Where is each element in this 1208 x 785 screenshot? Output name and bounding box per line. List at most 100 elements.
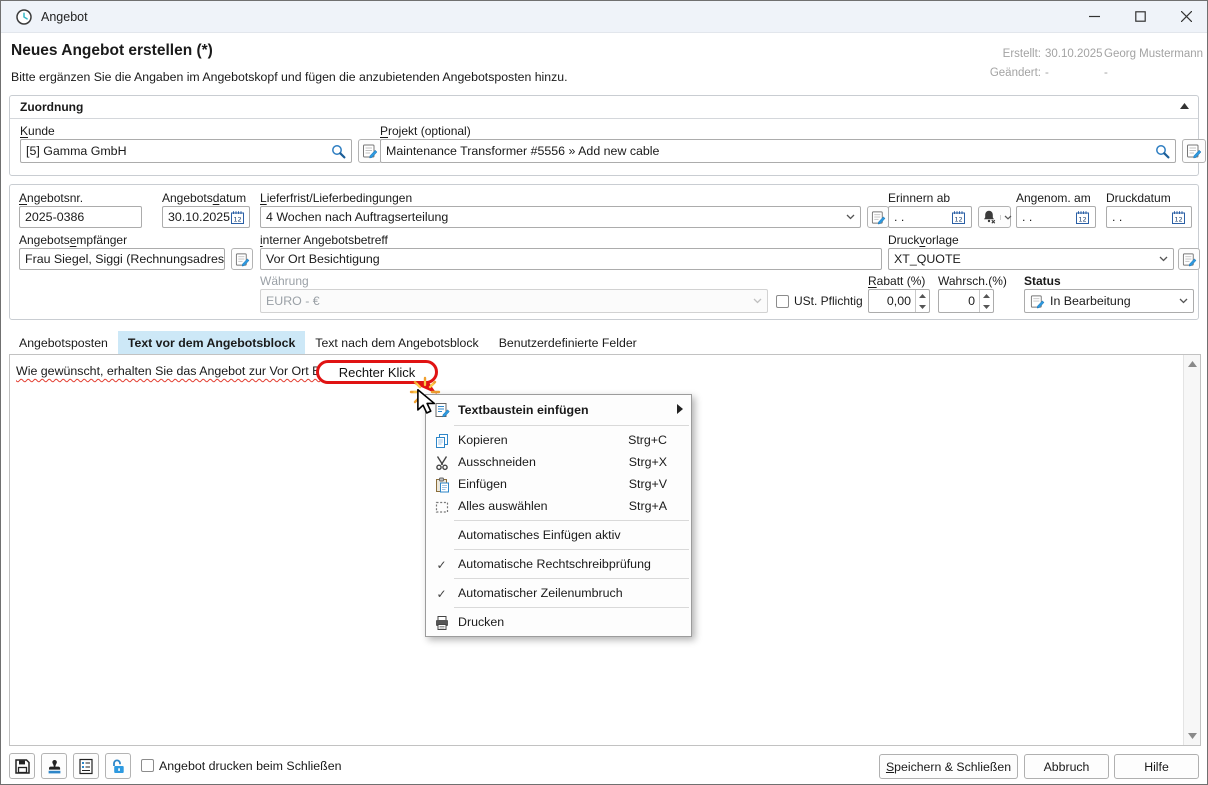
maximize-button[interactable]: [1117, 1, 1163, 32]
menu-item-label: Automatische Rechtschreibprüfung: [458, 557, 651, 571]
kunde-edit-button[interactable]: [358, 139, 382, 163]
tab-2[interactable]: Text nach dem Angebotsblock: [305, 331, 488, 354]
tab-1[interactable]: Text vor dem Angebotsblock: [118, 331, 305, 354]
status-combobox[interactable]: In Bearbeitung: [1024, 289, 1194, 313]
chevron-down-icon[interactable]: [1000, 215, 1012, 220]
vertical-scrollbar[interactable]: [1183, 355, 1200, 745]
menu-item-5[interactable]: Alles auswählenStrg+A: [426, 495, 691, 517]
menu-separator: [454, 549, 689, 550]
menu-item-2[interactable]: KopierenStrg+C: [426, 429, 691, 451]
search-icon[interactable]: [331, 144, 346, 159]
spinner-arrows[interactable]: [915, 290, 929, 312]
druckvorlage-edit-button[interactable]: [1178, 248, 1200, 270]
tab-3[interactable]: Benutzerdefinierte Felder: [489, 331, 647, 354]
save-icon: [14, 758, 31, 775]
lieferfrist-edit-button[interactable]: [867, 206, 889, 228]
menu-item-13[interactable]: Drucken: [426, 611, 691, 633]
ust-pflichtig-label: USt. Pflichtig: [794, 294, 863, 308]
mouse-cursor-icon: [416, 389, 440, 415]
print-on-close-label: Angebot drucken beim Schließen: [159, 759, 342, 773]
scroll-down-icon[interactable]: [1188, 733, 1197, 739]
edit-note-icon: [1030, 294, 1045, 309]
spin-up-icon[interactable]: [916, 290, 929, 301]
stamp-iconbutton[interactable]: [41, 753, 67, 779]
rabatt-spinner[interactable]: 0,00: [868, 289, 930, 313]
druckdatum-input[interactable]: . . 12: [1106, 206, 1192, 228]
form-icon: [78, 758, 94, 775]
calendar-icon[interactable]: 12: [1075, 210, 1090, 225]
menu-item-4[interactable]: EinfügenStrg+V: [426, 473, 691, 495]
submenu-arrow-icon: [677, 404, 683, 414]
ust-pflichtig-checkbox[interactable]: [776, 295, 789, 308]
print-icon: [433, 614, 450, 631]
tab-bar: AngebotspostenText vor dem Angebotsblock…: [9, 331, 647, 354]
calendar-icon[interactable]: 12: [230, 210, 245, 225]
window-title: Angebot: [41, 1, 88, 33]
modified-date: -: [1045, 67, 1049, 79]
unlock-iconbutton[interactable]: [105, 753, 131, 779]
edit-note-icon: [362, 143, 378, 159]
modified-label: Geändert:: [741, 67, 1041, 79]
menu-item-3[interactable]: AusschneidenStrg+X: [426, 451, 691, 473]
tab-0[interactable]: Angebotsposten: [9, 331, 118, 354]
checkmark-icon: ✓: [433, 585, 450, 602]
angebotsdatum-label: Angebotsdatum: [162, 191, 246, 205]
reminder-split-button[interactable]: [978, 206, 1011, 228]
minimize-button[interactable]: [1071, 1, 1117, 32]
spin-up-icon[interactable]: [980, 290, 993, 301]
erinnern-ab-input[interactable]: . . 12: [888, 206, 972, 228]
angebotsnr-label: Angebotsnr.: [19, 191, 83, 205]
menu-item-label: Textbaustein einfügen: [458, 403, 589, 417]
menu-item-0[interactable]: Textbaustein einfügen: [426, 398, 691, 422]
form-iconbutton[interactable]: [73, 753, 99, 779]
save-iconbutton[interactable]: [9, 753, 35, 779]
angebotsempfaenger-select[interactable]: Frau Siegel, Siggi (Rechnungsadres: [19, 248, 225, 270]
projekt-input[interactable]: Maintenance Transformer #5556 » Add new …: [380, 139, 1176, 163]
erinnern-ab-value: . .: [894, 210, 904, 224]
projekt-edit-button[interactable]: [1182, 139, 1206, 163]
druckdatum-value: . .: [1112, 210, 1122, 224]
menu-separator: [454, 520, 689, 521]
druckvorlage-value: XT_QUOTE: [894, 252, 961, 266]
angebotsempfaenger-edit-button[interactable]: [231, 248, 253, 270]
calendar-icon[interactable]: 12: [1171, 210, 1186, 225]
cancel-button[interactable]: Abbruch: [1024, 754, 1109, 779]
print-on-close-checkbox[interactable]: [141, 759, 154, 772]
druckvorlage-combobox[interactable]: XT_QUOTE: [888, 248, 1174, 270]
page-subtitle: Bitte ergänzen Sie die Angaben im Angebo…: [11, 70, 568, 84]
calendar-icon[interactable]: 12: [951, 210, 966, 225]
spin-down-icon[interactable]: [980, 301, 993, 312]
spinner-arrows[interactable]: [979, 290, 993, 312]
help-button[interactable]: Hilfe: [1114, 754, 1199, 779]
menu-item-11[interactable]: ✓Automatischer Zeilenumbruch: [426, 582, 691, 604]
close-button[interactable]: [1163, 1, 1208, 32]
menu-item-shortcut: Strg+V: [629, 477, 681, 491]
menu-item-9[interactable]: ✓Automatische Rechtschreibprüfung: [426, 553, 691, 575]
collapse-icon[interactable]: [1180, 103, 1189, 109]
svg-text:12: 12: [1078, 215, 1086, 223]
save-close-button[interactable]: Speichern & Schließen: [879, 754, 1018, 779]
kunde-label: Kunde: [20, 124, 55, 138]
angenommen-am-input[interactable]: . . 12: [1016, 206, 1096, 228]
spin-down-icon[interactable]: [916, 301, 929, 312]
edit-note-icon: [871, 210, 886, 225]
kunde-input[interactable]: [5] Gamma GmbH: [20, 139, 352, 163]
svg-text:12: 12: [1174, 215, 1182, 223]
angebotsnr-input[interactable]: 2025-0386: [19, 206, 142, 228]
angebotsdatum-input[interactable]: 30.10.2025 12: [162, 206, 250, 228]
angebotsdatum-value: 30.10.2025: [168, 210, 230, 224]
angebot-window: Angebot Neues Angebot erstellen (*) Bitt…: [0, 0, 1208, 785]
minimize-icon: [1089, 11, 1100, 22]
waehrung-value: EURO - €: [266, 294, 320, 308]
rabatt-label: Rabatt (%): [868, 274, 925, 288]
menu-icon-empty: [433, 527, 450, 544]
modified-by: -: [1104, 67, 1108, 79]
created-by: Georg Mustermann: [1104, 48, 1203, 60]
wahrsch-spinner[interactable]: 0: [938, 289, 994, 313]
scroll-up-icon[interactable]: [1188, 361, 1197, 367]
search-icon[interactable]: [1155, 144, 1170, 159]
lieferfrist-combobox[interactable]: 4 Wochen nach Auftragserteilung: [260, 206, 861, 228]
betreff-input[interactable]: Vor Ort Besichtigung: [260, 248, 882, 270]
menu-item-7[interactable]: Automatisches Einfügen aktiv: [426, 524, 691, 546]
lock-open-icon: [110, 758, 126, 775]
